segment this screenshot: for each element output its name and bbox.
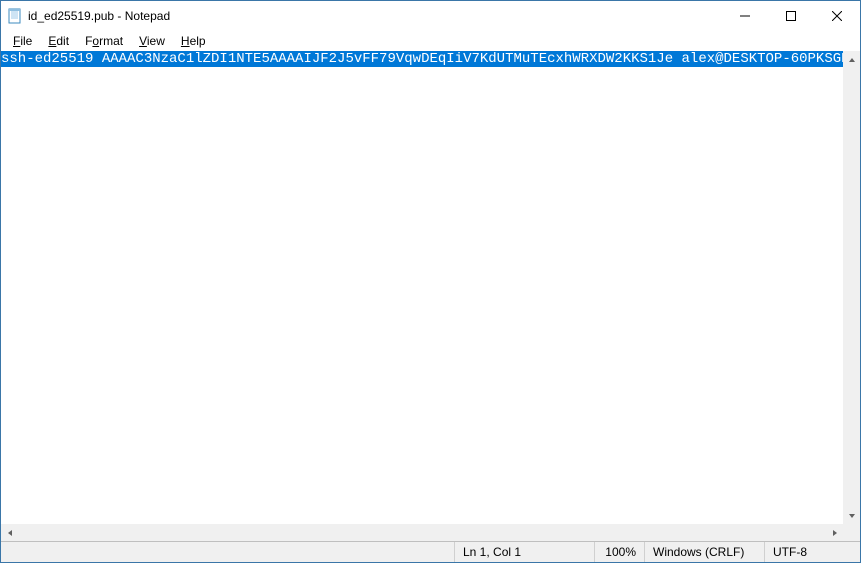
menubar: File Edit Format View Help — [1, 31, 860, 51]
status-zoom: 100% — [595, 542, 645, 562]
text-editor-area[interactable]: ssh-ed25519 AAAAC3NzaC1lZDI1NTE5AAAAIJF2… — [1, 51, 860, 541]
menu-view[interactable]: View — [131, 32, 173, 50]
notepad-window: id_ed25519.pub - Notepad File Edit Forma… — [0, 0, 861, 563]
scroll-track-horizontal[interactable] — [18, 524, 826, 541]
close-button[interactable] — [814, 1, 860, 30]
scroll-track-vertical[interactable] — [843, 68, 860, 507]
scroll-right-button[interactable] — [826, 524, 843, 541]
scrollbar-vertical[interactable] — [843, 51, 860, 524]
menu-help[interactable]: Help — [173, 32, 214, 50]
scrollbar-horizontal[interactable] — [1, 524, 843, 541]
scroll-down-button[interactable] — [843, 507, 860, 524]
menu-format[interactable]: Format — [77, 32, 131, 50]
titlebar: id_ed25519.pub - Notepad — [1, 1, 860, 31]
scroll-up-button[interactable] — [843, 51, 860, 68]
menu-edit[interactable]: Edit — [40, 32, 77, 50]
window-title: id_ed25519.pub - Notepad — [28, 9, 722, 23]
notepad-icon — [7, 8, 23, 24]
status-position: Ln 1, Col 1 — [455, 542, 595, 562]
statusbar: Ln 1, Col 1 100% Windows (CRLF) UTF-8 — [1, 541, 860, 562]
status-encoding: UTF-8 — [765, 542, 860, 562]
scroll-corner — [843, 524, 860, 541]
menu-file[interactable]: File — [5, 32, 40, 50]
selected-text[interactable]: ssh-ed25519 AAAAC3NzaC1lZDI1NTE5AAAAIJF2… — [1, 51, 850, 67]
status-line-ending: Windows (CRLF) — [645, 542, 765, 562]
maximize-button[interactable] — [768, 1, 814, 30]
scroll-left-button[interactable] — [1, 524, 18, 541]
minimize-button[interactable] — [722, 1, 768, 30]
window-controls — [722, 1, 860, 31]
status-spacer — [1, 542, 455, 562]
